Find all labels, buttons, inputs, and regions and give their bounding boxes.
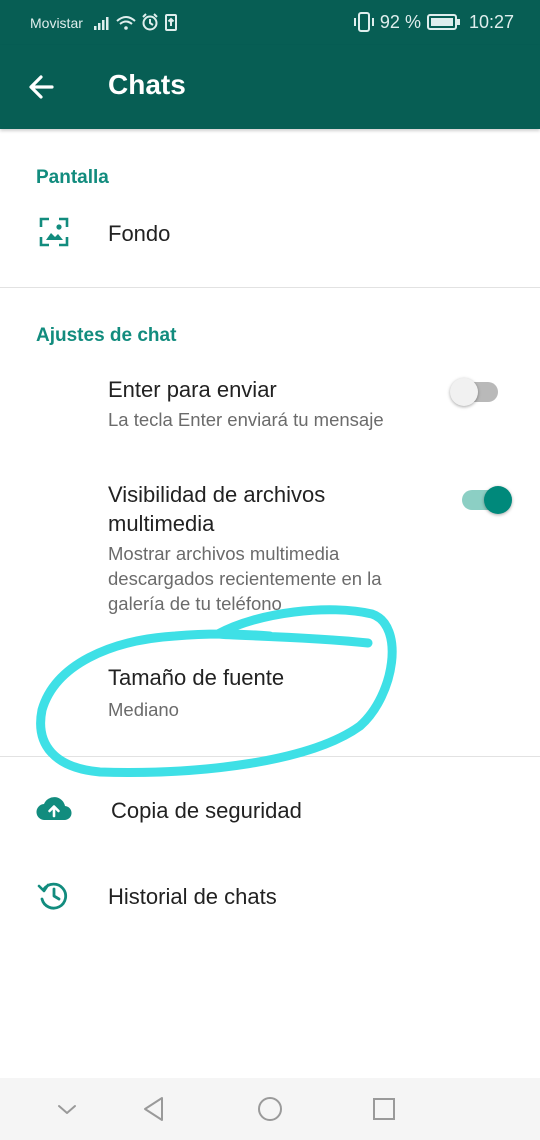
battery-percent: 92 % [379, 11, 421, 32]
cloud-upload-icon [36, 797, 72, 821]
hide-nav-icon[interactable] [50, 1092, 84, 1126]
media-visibility-subtitle-line3: galería de tu teléfono [108, 593, 282, 614]
enter-to-send-title: Enter para enviar [108, 377, 277, 402]
chat-history-label: Historial de chats [108, 884, 277, 909]
nav-recents-icon[interactable] [367, 1092, 401, 1126]
alarm-icon [142, 13, 158, 31]
back-button[interactable] [22, 67, 62, 107]
media-visibility-subtitle-line2: descargados recientemente en la [108, 568, 382, 589]
system-navigation-bar [0, 1078, 540, 1140]
signal-icon [94, 17, 109, 30]
wallpaper-icon [39, 217, 69, 247]
section-divider [0, 756, 540, 757]
toggle-thumb [484, 486, 512, 514]
media-visibility-title-line1: Visibilidad de archivos [108, 482, 326, 507]
font-size-title: Tamaño de fuente [108, 665, 285, 690]
media-visibility-subtitle-line1: Mostrar archivos multimedia [108, 543, 340, 564]
nav-home-icon[interactable] [253, 1092, 287, 1126]
status-bar: Movistar 92 % 10:27 [0, 0, 540, 45]
carrier-name: Movistar [30, 15, 83, 31]
font-size-value: Mediano [108, 699, 179, 720]
wallpaper-row[interactable]: Fondo [0, 198, 540, 270]
media-visibility-row[interactable]: Visibilidad de archivos multimedia Mostr… [0, 470, 540, 620]
wallpaper-label: Fondo [108, 221, 171, 246]
clock: 10:27 [468, 11, 514, 32]
arrow-left-icon [29, 75, 54, 99]
history-icon [37, 882, 68, 910]
battery-icon [426, 14, 460, 30]
font-size-row[interactable]: Tamaño de fuente Mediano [0, 650, 540, 740]
wifi-icon [116, 16, 136, 30]
section-header-display: Pantalla [36, 167, 109, 188]
app-bar: Chats [0, 45, 540, 129]
nav-back-icon[interactable] [137, 1092, 171, 1126]
enter-to-send-toggle[interactable] [450, 374, 504, 410]
toggle-thumb [450, 378, 478, 406]
enter-to-send-subtitle: La tecla Enter enviará tu mensaje [108, 409, 384, 430]
section-header-chat-settings: Ajustes de chat [36, 325, 177, 346]
section-divider [0, 287, 540, 288]
chat-history-row[interactable]: Historial de chats [0, 861, 540, 933]
sim-icon [165, 14, 177, 31]
enter-to-send-row[interactable]: Enter para enviar La tecla Enter enviará… [0, 362, 540, 442]
status-icons-left [94, 13, 177, 31]
page-title: Chats [108, 69, 186, 100]
backup-label: Copia de seguridad [111, 798, 302, 823]
media-visibility-toggle[interactable] [458, 482, 512, 518]
media-visibility-title-line2: multimedia [108, 511, 215, 536]
status-icons-right: 92 % 10:27 [352, 11, 514, 33]
vibrate-icon [353, 12, 374, 32]
backup-row[interactable]: Copia de seguridad [0, 775, 540, 847]
